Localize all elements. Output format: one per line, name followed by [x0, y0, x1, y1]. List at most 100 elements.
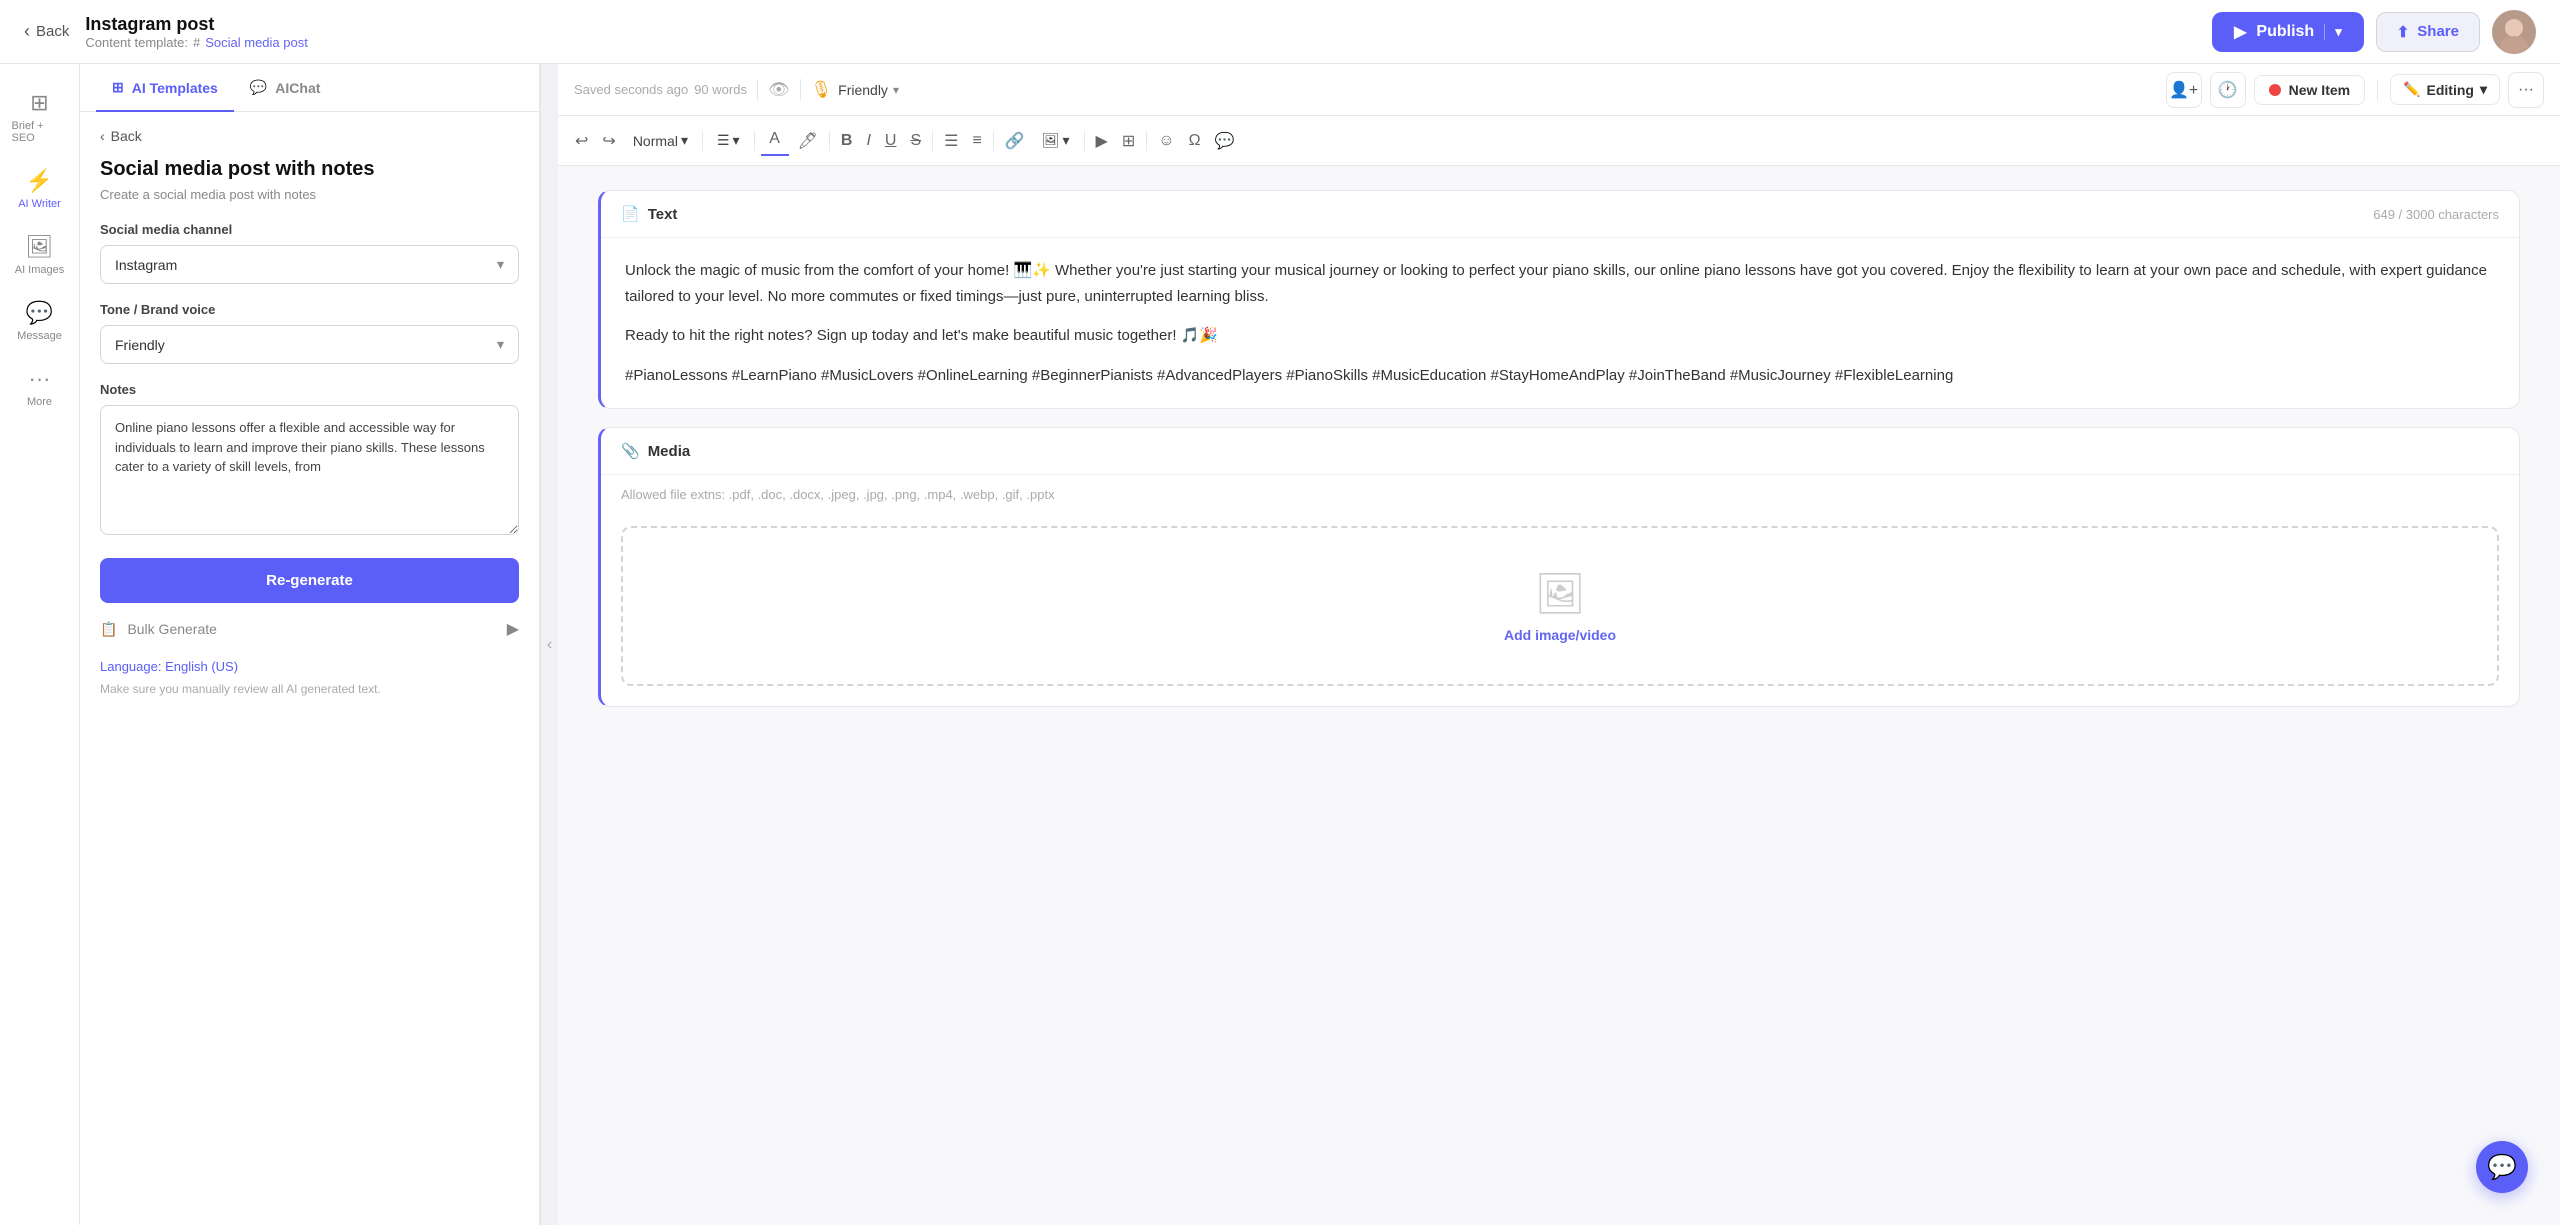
undo-icon[interactable]: ↩ [570, 126, 593, 156]
bulk-generate-row[interactable]: 📋 Bulk Generate ▶ [100, 619, 519, 639]
share-button[interactable]: ⬆ Share [2376, 12, 2480, 52]
visibility-icon[interactable]: 👁 [768, 80, 790, 100]
user-avatar[interactable] [2492, 10, 2536, 54]
sidebar-label-more: More [27, 396, 52, 408]
toolbar-sep-2 [800, 79, 801, 101]
panel-back-link[interactable]: ‹ Back [100, 128, 519, 144]
new-item-label: New Item [2289, 82, 2350, 98]
sidebar-label-ai-writer: AI Writer [18, 198, 61, 210]
bulk-generate-label: Bulk Generate [127, 621, 217, 637]
ordered-list-icon[interactable]: ≡ [967, 127, 986, 155]
bulk-generate-icon: 📋 [100, 621, 117, 638]
text-block-label: Text [648, 206, 678, 223]
new-item-button[interactable]: New Item [2254, 75, 2365, 105]
notes-textarea[interactable]: Online piano lessons offer a flexible an… [100, 405, 519, 535]
fmt-sep-6 [1084, 131, 1085, 151]
text-block-body[interactable]: Unlock the magic of music from the comfo… [601, 238, 2519, 408]
panel-content: ‹ Back Social media post with notes Crea… [80, 112, 539, 1225]
text-block-title: 📄 Text [621, 205, 677, 223]
brief-seo-icon: ⊞ [30, 90, 48, 116]
sidebar-item-more[interactable]: ··· More [4, 356, 76, 418]
media-block-icon: 📎 [621, 442, 640, 460]
bullet-list-icon[interactable]: ☰ [939, 126, 963, 156]
page-subtitle: Content template: # Social media post [85, 35, 307, 50]
text-color-icon[interactable]: A [764, 125, 785, 153]
emoji-icon[interactable]: ☺ [1153, 127, 1179, 155]
toolbar-sep-right [2377, 79, 2378, 101]
collapse-handle[interactable]: ‹ [540, 64, 558, 1225]
share-label: Share [2417, 23, 2459, 40]
sidebar-item-ai-writer[interactable]: ⚡ AI Writer [4, 158, 76, 220]
fmt-sep-3 [829, 131, 830, 151]
tab-aichat[interactable]: 💬 AIChat [234, 65, 337, 112]
back-button[interactable]: ‹ Back [24, 21, 69, 42]
ai-images-icon: 🖼 [26, 234, 54, 260]
icon-sidebar: ⊞ Brief + SEO ⚡ AI Writer 🖼 AI Images 💬 … [0, 64, 80, 1225]
regenerate-button[interactable]: Re-generate [100, 558, 519, 603]
toolbar-sep-1 [757, 79, 758, 101]
strikethrough-icon[interactable]: S [905, 127, 926, 155]
notes-label: Notes [100, 382, 519, 397]
publish-button[interactable]: ▶ Publish ▾ [2212, 12, 2364, 52]
sidebar-item-brief-seo[interactable]: ⊞ Brief + SEO [4, 80, 76, 154]
editing-chevron-icon: ▾ [2480, 81, 2487, 98]
sidebar-item-message[interactable]: 💬 Message [4, 290, 76, 352]
formatting-toolbar: ↩ ↪ Normal ▾ ☰ ▾ A 🖊 B I U S ☰ ≡ [558, 116, 2560, 166]
tab-ai-templates[interactable]: ⊞ AI Templates [96, 65, 234, 112]
publish-label: Publish [2256, 23, 2314, 41]
share-upload-icon: ⬆ [2397, 23, 2410, 41]
play-icon[interactable]: ▶ [1091, 126, 1113, 156]
paragraph-3: #PianoLessons #LearnPiano #MusicLovers #… [625, 363, 2495, 389]
text-style-chevron-icon: ▾ [681, 132, 688, 149]
template-link[interactable]: Social media post [205, 35, 308, 50]
channel-chevron-icon: ▾ [497, 256, 504, 273]
tone-label: Tone / Brand voice [100, 302, 519, 317]
left-panel: ⊞ AI Templates 💬 AIChat ‹ Back Social me… [80, 64, 540, 1225]
content-template-label: Content template: [85, 35, 188, 50]
channel-label: Social media channel [100, 222, 519, 237]
insert-select[interactable]: 🖼 ▾ [1034, 128, 1078, 153]
paragraph-1: Unlock the magic of music from the comfo… [625, 258, 2495, 309]
fmt-sep-7 [1146, 131, 1147, 151]
channel-group: Social media channel Instagram ▾ [100, 222, 519, 284]
more-options-btn[interactable]: ··· [2508, 72, 2544, 108]
italic-icon[interactable]: I [861, 127, 875, 155]
media-block: 📎 Media Allowed file extns: .pdf, .doc, … [598, 427, 2520, 707]
add-user-icon-btn[interactable]: 👤+ [2166, 72, 2202, 108]
microphone-icon[interactable]: 🎙 [811, 80, 833, 100]
comment-icon[interactable]: 💬 [1210, 126, 1240, 156]
insert-chevron-icon: ▾ [1063, 132, 1070, 149]
highlight-icon[interactable]: 🖊 [793, 126, 823, 156]
pencil-icon: ✏️ [2403, 81, 2420, 98]
channel-select[interactable]: Instagram ▾ [100, 245, 519, 284]
tone-tag-chevron-icon: ▾ [893, 83, 899, 97]
tone-select[interactable]: Friendly ▾ [100, 325, 519, 364]
text-style-select[interactable]: Normal ▾ [625, 128, 696, 153]
sidebar-label-brief-seo: Brief + SEO [12, 120, 68, 144]
paragraph-2: Ready to hit the right notes? Sign up to… [625, 323, 2495, 349]
redo-icon[interactable]: ↪ [597, 126, 620, 156]
publish-chevron-icon: ▾ [2324, 24, 2342, 40]
underline-icon[interactable]: U [880, 127, 902, 155]
fmt-sep-1 [702, 131, 703, 151]
tone-tag[interactable]: Friendly ▾ [838, 82, 899, 98]
chat-bubble-button[interactable]: 💬 [2476, 1141, 2528, 1193]
page-title-block: Instagram post Content template: # Socia… [85, 14, 307, 50]
special-char-icon[interactable]: Ω [1184, 127, 1206, 155]
editing-button[interactable]: ✏️ Editing ▾ [2390, 74, 2500, 105]
fmt-sep-4 [932, 131, 933, 151]
template-desc: Create a social media post with notes [100, 187, 519, 202]
align-select[interactable]: ☰ ▾ [709, 128, 748, 153]
new-item-dot [2269, 84, 2281, 96]
tone-group: Tone / Brand voice Friendly ▾ [100, 302, 519, 364]
link-icon[interactable]: 🔗 [1000, 126, 1030, 156]
language-value[interactable]: English (US) [165, 659, 238, 674]
saved-status: Saved seconds ago [574, 82, 688, 97]
editor-body: 📄 Text 649 / 3000 characters Unlock the … [558, 166, 2560, 1225]
fmt-sep-5 [993, 131, 994, 151]
upload-area[interactable]: 🖼 Add image/video [621, 526, 2499, 686]
clock-icon-btn[interactable]: 🕐 [2210, 72, 2246, 108]
bold-icon[interactable]: B [836, 127, 858, 155]
table-icon[interactable]: ⊞ [1117, 126, 1140, 156]
sidebar-item-ai-images[interactable]: 🖼 AI Images [4, 224, 76, 286]
